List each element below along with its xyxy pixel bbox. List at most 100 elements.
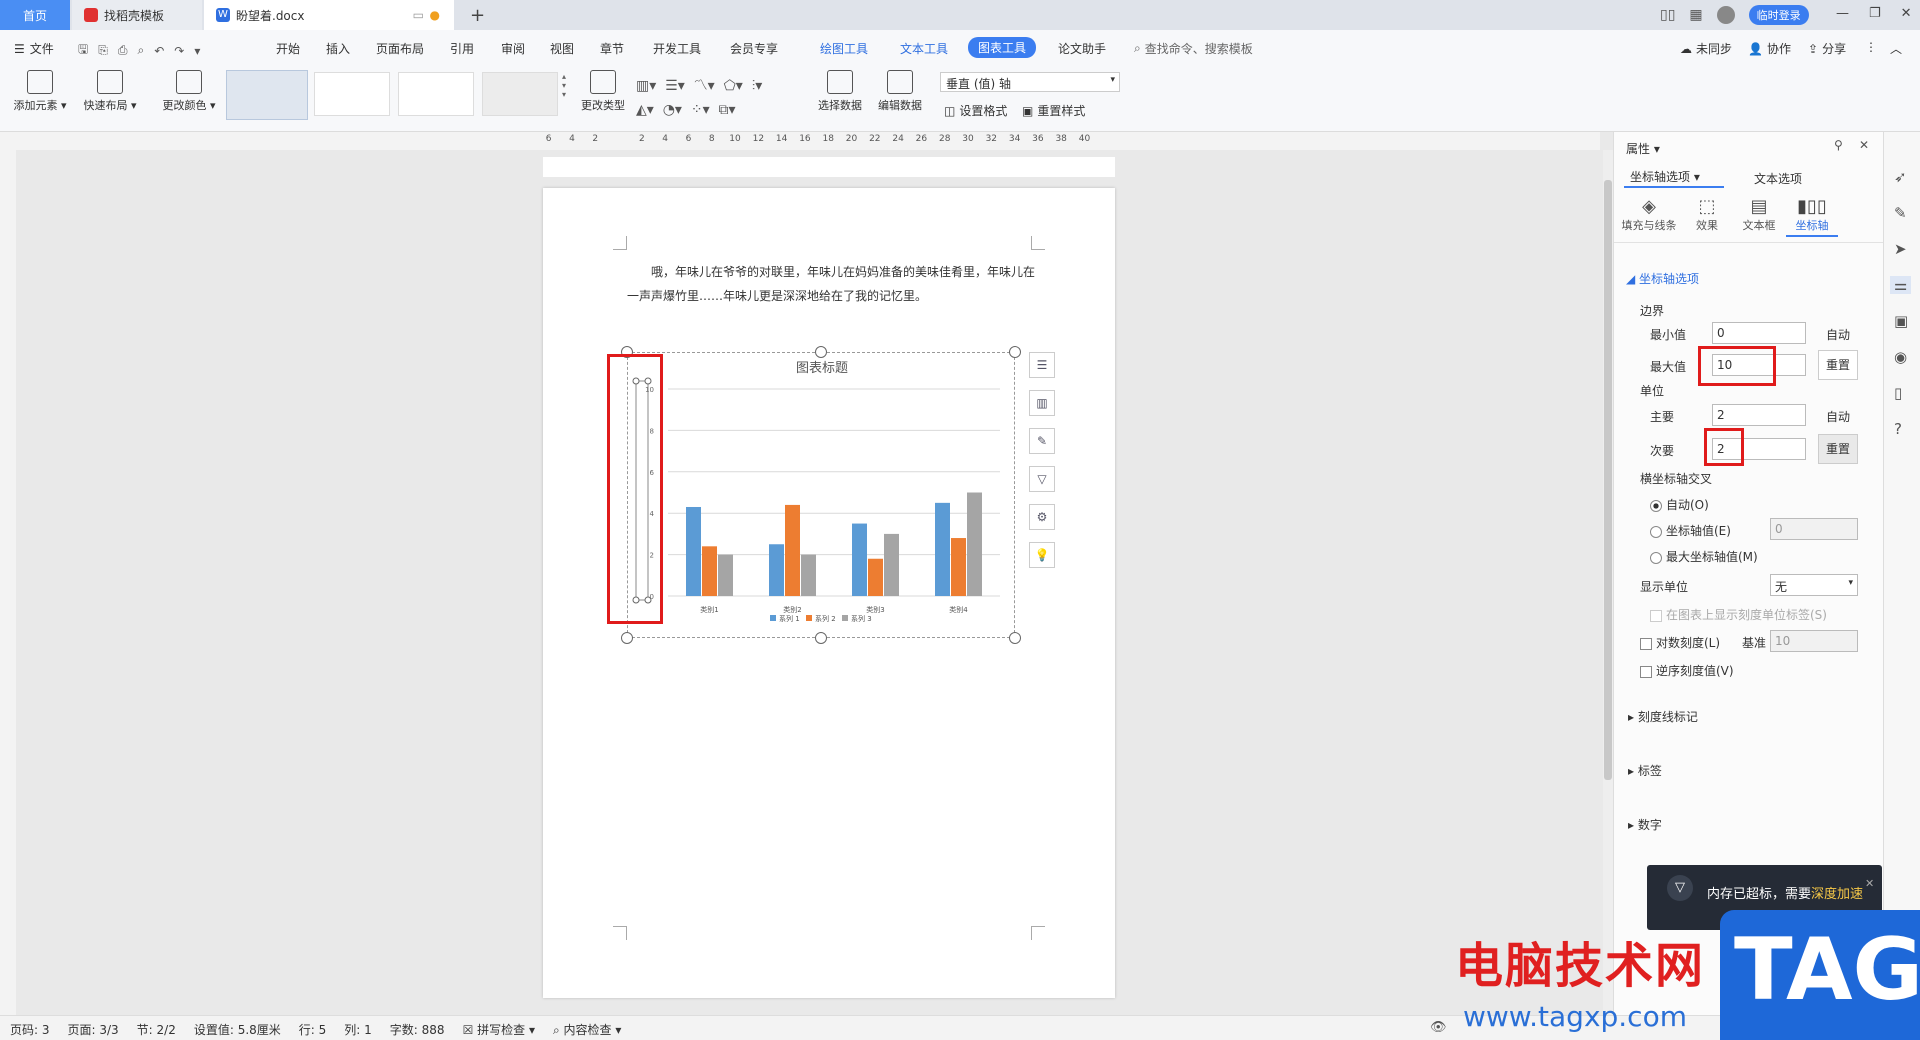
chart-style-3[interactable] (398, 72, 474, 116)
help-icon[interactable]: ? (1894, 420, 1911, 438)
base-input[interactable]: 10 (1770, 630, 1858, 652)
book-icon[interactable]: ▯ (1894, 384, 1911, 402)
eye-icon[interactable]: 👁 (1430, 1020, 1447, 1035)
chart-style-2[interactable] (314, 72, 390, 116)
login-button[interactable]: 临时登录 (1748, 5, 1809, 25)
collapse-ribbon-icon[interactable]: ︿ (1890, 40, 1902, 57)
undo-icon[interactable]: ↶ (154, 44, 164, 58)
grid-icon[interactable]: ▦ (1689, 7, 1702, 23)
bar-chart-icon[interactable]: ▥▾ (636, 78, 656, 94)
minimize-icon[interactable]: — (1836, 6, 1849, 21)
pen-icon[interactable]: ✎ (1029, 428, 1055, 454)
status-setting[interactable]: 设置值: 5.8厘米 (194, 1021, 281, 1038)
pen-icon[interactable]: ✎ (1894, 204, 1911, 222)
tab-home[interactable]: 首页 (0, 0, 70, 30)
tab-view[interactable]: 视图 (550, 40, 574, 57)
cursor-icon[interactable]: ➤ (1894, 240, 1911, 258)
reset-max-button[interactable]: 重置 (1818, 350, 1858, 380)
status-col[interactable]: 列: 1 (344, 1021, 372, 1038)
filter-icon[interactable]: ▽ (1029, 466, 1055, 492)
section-labels[interactable]: ▸ 标签 (1628, 762, 1662, 779)
tab-insert[interactable]: 插入 (326, 40, 350, 57)
spell-check[interactable]: ☒ 拼写检查 ▾ (463, 1021, 535, 1038)
gallery-scroll-icon[interactable]: ▴ ▾ ▾ (562, 72, 572, 116)
lightbulb-icon[interactable]: 💡 (1029, 542, 1055, 568)
tab-axis-options[interactable]: 坐标轴选项 ▾ (1624, 166, 1724, 188)
chart-elements-icon[interactable]: ☰ (1029, 352, 1055, 378)
resize-handle[interactable] (815, 346, 827, 358)
section-axis-options[interactable]: ◢ 坐标轴选项 (1626, 270, 1699, 287)
panel-title[interactable]: 属性 ▾ (1626, 140, 1660, 157)
tab-member[interactable]: 会员专享 (730, 40, 778, 57)
tab-start[interactable]: 开始 (276, 40, 300, 57)
body-paragraph[interactable]: 哦，年味儿在爷爷的对联里，年味儿在妈妈准备的美味佳肴里，年味儿在 一声声爆竹里…… (627, 260, 1047, 308)
chart-container[interactable]: 图表标题 0 2 4 6 8 10 类别1 类别2 类别3 类别4 系列 1 系列 2 系列 3 (627, 352, 1015, 638)
tab-dev-tools[interactable]: 开发工具 (653, 40, 701, 57)
set-format-button[interactable]: ◫ 设置格式 (944, 102, 1007, 119)
scrollbar-thumb[interactable] (1604, 180, 1612, 780)
properties-icon[interactable]: ⚌ (1890, 276, 1912, 294)
reset-minor-button[interactable]: 重置 (1818, 434, 1858, 464)
reset-style-button[interactable]: ▣ 重置样式 (1022, 102, 1085, 119)
save-icon[interactable]: 🖫 (78, 40, 88, 61)
tab-drawing-tools[interactable]: 绘图工具 (820, 40, 868, 57)
more-options-icon[interactable]: ⋮ (1865, 40, 1877, 54)
file-menu[interactable]: ☰ 文件 (14, 40, 54, 57)
change-type-button[interactable]: 更改类型 (578, 70, 628, 113)
tab-templates[interactable]: 找稻壳模板 (72, 0, 202, 30)
major-auto-label[interactable]: 自动 (1826, 408, 1850, 425)
combo-chart-icon[interactable]: ⧉▾ (719, 102, 736, 118)
radio-max-axis[interactable]: 最大坐标轴值(M) (1650, 548, 1758, 565)
collab-button[interactable]: 👤 协作 (1748, 40, 1791, 57)
resize-handle[interactable] (621, 632, 633, 644)
chart-title[interactable]: 图表标题 (796, 361, 848, 376)
rocket-icon[interactable]: ➶ (1894, 168, 1911, 186)
pie-chart-icon[interactable]: ◔▾ (663, 102, 682, 118)
axis-value-input[interactable]: 0 (1770, 518, 1858, 540)
resize-handle[interactable] (1009, 346, 1021, 358)
tab-thesis[interactable]: 论文助手 (1058, 40, 1106, 57)
tab-chart-tools[interactable]: 图表工具 (968, 37, 1037, 58)
tab-document[interactable]: W 盼望着.docx ▭ ● (204, 0, 454, 30)
share-button[interactable]: ⇪ 分享 (1808, 40, 1846, 57)
tab-review[interactable]: 审阅 (501, 40, 525, 57)
location-icon[interactable]: ◉ (1894, 348, 1911, 366)
add-element-button[interactable]: 添加元素 ▾ (12, 70, 68, 113)
status-page[interactable]: 页面: 3/3 (68, 1021, 119, 1038)
min-input[interactable]: 0 (1712, 322, 1806, 344)
display-units-select[interactable]: 无 ▾ (1770, 574, 1858, 596)
bar-chart[interactable]: 图表标题0246810类别1 类别2 类别3 类别4系列 1 系列 2 系列 3 (628, 353, 1016, 639)
more-icon[interactable]: ▾ (194, 44, 200, 58)
chart-style-icon[interactable]: ▥ (1029, 390, 1055, 416)
tab-chapter[interactable]: 章节 (600, 40, 624, 57)
preview-icon[interactable]: ⌕ (137, 43, 144, 58)
radar-chart-icon[interactable]: ⬠▾ (724, 78, 743, 94)
pin-icon[interactable]: ⚲ (1834, 138, 1843, 152)
section-tick-marks[interactable]: ▸ 刻度线标记 (1628, 708, 1698, 725)
radio-axis-value[interactable]: 坐标轴值(E) (1650, 522, 1731, 539)
avatar[interactable] (1716, 6, 1735, 24)
area-chart-icon[interactable]: ◭▾ (636, 102, 654, 118)
log-scale-checkbox[interactable]: 对数刻度(L) (1640, 634, 1720, 651)
change-color-button[interactable]: 更改颜色 ▾ (158, 70, 220, 113)
subtab-effects[interactable]: ⬚ 效果 (1682, 196, 1732, 233)
chart-style-1[interactable] (226, 70, 308, 120)
subtab-axis[interactable]: ▮▯▯ 坐标轴 (1786, 196, 1838, 237)
tab-text-options[interactable]: 文本选项 (1754, 170, 1802, 187)
command-search[interactable]: ⌕ 查找命令、搜索模板 (1134, 40, 1253, 57)
export-icon[interactable]: ⎘ (98, 43, 108, 58)
close-icon[interactable]: ✕ (1901, 6, 1912, 21)
min-auto-label[interactable]: 自动 (1826, 326, 1850, 343)
reverse-checkbox[interactable]: 逆序刻度值(V) (1640, 662, 1734, 679)
chart-style-4[interactable] (482, 72, 558, 116)
resize-handle[interactable] (815, 632, 827, 644)
status-page-num[interactable]: 页码: 3 (10, 1021, 50, 1038)
status-words[interactable]: 字数: 888 (390, 1021, 445, 1038)
show-units-checkbox[interactable]: 在图表上显示刻度单位标签(S) (1650, 606, 1827, 623)
radio-auto[interactable]: 自动(O) (1650, 496, 1709, 513)
tab-page-layout[interactable]: 页面布局 (376, 40, 424, 57)
tab-reference[interactable]: 引用 (450, 40, 474, 57)
quick-layout-button[interactable]: 快速布局 ▾ (80, 70, 140, 113)
edit-data-button[interactable]: 编辑数据 (874, 70, 926, 113)
status-section[interactable]: 节: 2/2 (137, 1021, 176, 1038)
